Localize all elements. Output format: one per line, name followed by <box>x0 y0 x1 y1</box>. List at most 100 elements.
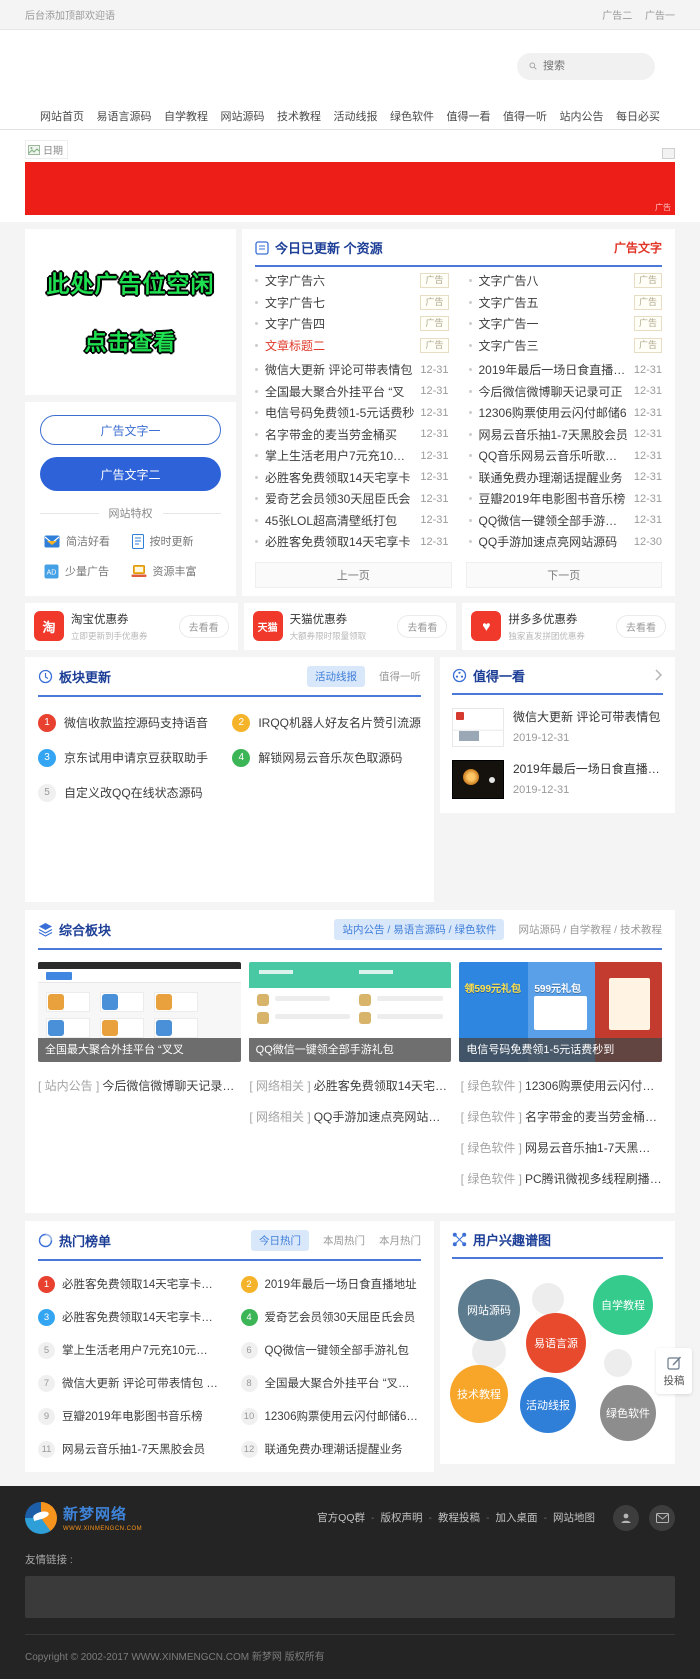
hot-item[interactable]: 11网易云音乐抽1-7天黑胶会员 <box>38 1441 219 1458</box>
footer-link-copyright[interactable]: 版权声明 <box>381 1510 423 1525</box>
topbar-ad-1[interactable]: 广告一 <box>645 11 675 22</box>
article-row[interactable]: 必胜客免费领取14天宅享卡12-31 <box>255 467 449 489</box>
text-ad[interactable]: 文字广告八广告 <box>469 270 663 292</box>
hot-item[interactable]: 6QQ微信一键领全部手游礼包 <box>241 1342 422 1359</box>
search-box[interactable] <box>517 53 655 80</box>
ad-text-link[interactable]: 广告文字 <box>614 239 662 256</box>
nav-item-gonggao[interactable]: 站内公告 <box>560 108 604 124</box>
tagged-link[interactable]: 网络相关必胜客免费领取14天宅享卡会员 <box>249 1077 450 1094</box>
hot-item[interactable]: 7微信大更新 评论可带表情包 各种 <box>38 1375 219 1392</box>
article-row[interactable]: 45张LOL超高清壁纸打包12-31 <box>255 510 449 532</box>
hot-item[interactable]: 1必胜客免费领取14天宅享卡会员 <box>38 1276 219 1293</box>
combo-card-3[interactable]: 领599元礼包599元礼包 电信号码免费领1-5元话费秒到 <box>459 962 662 1062</box>
tab-hot-week[interactable]: 本周热门 <box>323 1233 365 1248</box>
board-item[interactable]: 2IRQQ机器人好友名片赞引流源 <box>232 714 421 732</box>
nav-item-yuanma[interactable]: 网站源码 <box>221 108 265 124</box>
nav-item-huodong[interactable]: 活动线报 <box>334 108 378 124</box>
contact-user-button[interactable] <box>613 1505 639 1531</box>
go-see-button[interactable]: 去看看 <box>397 615 447 638</box>
ad-text-button-1[interactable]: 广告文字一 <box>40 415 221 445</box>
article-row[interactable]: 豆瓣2019年电影图书音乐榜12-31 <box>469 488 663 510</box>
tagged-link[interactable]: 站内公告今后微信微博聊天记录可正式 <box>38 1077 239 1094</box>
article-row[interactable]: 掌上生活老用户7元充10元话12-31 <box>255 445 449 467</box>
tagged-link[interactable]: 绿色软件名字带金的麦当劳金桶买1送 <box>461 1108 662 1125</box>
text-ad[interactable]: 文字广告五广告 <box>469 292 663 314</box>
article-row[interactable]: 2019年最后一场日食直播地址12-31 <box>469 359 663 381</box>
ad-banner[interactable]: 广告 <box>25 162 675 215</box>
board-item[interactable]: 3京东试用申请京豆获取助手 <box>38 749 208 767</box>
search-input[interactable] <box>543 60 643 72</box>
bubble-lvse-ruanjian[interactable]: 绿色软件 <box>600 1385 656 1441</box>
nav-item-yikan[interactable]: 值得一看 <box>447 108 491 124</box>
text-ad[interactable]: 文字广告一广告 <box>469 313 663 335</box>
taobao-coupon-card[interactable]: 淘 淘宝优惠券立即更新到手优惠券 去看看 <box>25 603 238 650</box>
combo-card-1[interactable]: 全国最大聚合外挂平台 “叉叉 <box>38 962 241 1062</box>
ad-text-button-2[interactable]: 广告文字二 <box>40 457 221 491</box>
hot-item[interactable]: 8全国最大聚合外挂平台 “叉叉助手 <box>241 1375 422 1392</box>
board-item[interactable]: 1微信收款监控源码支持语音 <box>38 714 208 732</box>
text-ad[interactable]: 文字广告七广告 <box>255 292 449 314</box>
article-row[interactable]: 电信号码免费领1-5元话费秒12-31 <box>255 402 449 424</box>
empty-ad-slot[interactable]: 此处广告位空闲 点击查看 <box>25 229 236 395</box>
bubble-yiyuyan[interactable]: 易语言源 <box>526 1313 586 1373</box>
bubble-wangzhan-yuanma[interactable]: 网站源码 <box>458 1279 520 1341</box>
topbar-ad-2[interactable]: 广告二 <box>602 11 632 22</box>
article-row[interactable]: QQ手游加速点亮网站源码12-30 <box>469 531 663 553</box>
article-row[interactable]: 今后微信微博聊天记录可正12-31 <box>469 381 663 403</box>
bubble-zixue-jiaocheng[interactable]: 自学教程 <box>593 1275 653 1335</box>
nav-item-lvse[interactable]: 绿色软件 <box>390 108 434 124</box>
tagged-link[interactable]: 绿色软件12306购票使用云闪付邮储60-30 <box>461 1077 662 1094</box>
nav-item-home[interactable]: 网站首页 <box>40 108 84 124</box>
nav-item-yiting[interactable]: 值得一听 <box>503 108 547 124</box>
hot-item[interactable]: 1012306购票使用云闪付邮储60-30 <box>241 1408 422 1425</box>
footer-link-desktop[interactable]: 加入桌面 <box>496 1510 538 1525</box>
article-row[interactable]: 全国最大聚合外挂平台 “叉12-31 <box>255 381 449 403</box>
tab-huodong-xianbao[interactable]: 活动线报 <box>307 666 365 687</box>
tagged-link[interactable]: 绿色软件PC腾讯微视多线程刷播放量源码 <box>461 1170 662 1187</box>
go-see-button[interactable]: 去看看 <box>616 615 666 638</box>
submit-post-button[interactable]: 投稿 <box>656 1348 692 1394</box>
article-row[interactable]: 12306购票使用云闪付邮储612-31 <box>469 402 663 424</box>
hot-item[interactable]: 12联通免费办理潮话提醒业务 <box>241 1441 422 1458</box>
hot-item[interactable]: 3必胜客免费领取14天宅享卡会员 <box>38 1309 219 1326</box>
hot-item[interactable]: 22019年最后一场日食直播地址 <box>241 1276 422 1293</box>
hot-item[interactable]: 4爱奇艺会员领30天屈臣氏会员 <box>241 1309 422 1326</box>
worth-item[interactable]: 2019年最后一场日食直播地址 2019-12-31 <box>452 760 663 799</box>
footer-link-qq[interactable]: 官方QQ群 <box>317 1510 365 1525</box>
nav-item-yuyan[interactable]: 易语言源码 <box>97 108 152 124</box>
nav-item-bimai[interactable]: 每日必买 <box>616 108 660 124</box>
bubble-huodong-xianbao[interactable]: 活动线报 <box>520 1377 576 1433</box>
article-row[interactable]: 微信大更新 评论可带表情包12-31 <box>255 359 449 381</box>
text-ad[interactable]: 文字广告六广告 <box>255 270 449 292</box>
article-row[interactable]: QQ微信一键领全部手游礼包12-31 <box>469 510 663 532</box>
pinduoduo-coupon-card[interactable]: ♥ 拼多多优惠券独家直发拼团优惠券 去看看 <box>462 603 675 650</box>
nav-item-zixue[interactable]: 自学教程 <box>164 108 208 124</box>
hot-item[interactable]: 9豆瓣2019年电影图书音乐榜 <box>38 1408 219 1425</box>
tab-zhide-yiting[interactable]: 值得一听 <box>379 669 421 684</box>
worth-item[interactable]: 微信大更新 评论可带表情包 2019-12-31 <box>452 708 663 747</box>
tab-hot-month[interactable]: 本月热门 <box>379 1233 421 1248</box>
nav-item-jishu[interactable]: 技术教程 <box>277 108 321 124</box>
footer-link-submit[interactable]: 教程投稿 <box>438 1510 480 1525</box>
board-item[interactable]: 5自定义改QQ在线状态源码 <box>38 784 208 802</box>
tmall-coupon-card[interactable]: 天猫 天猫优惠券大额券限时限量领取 去看看 <box>244 603 457 650</box>
contact-mail-button[interactable] <box>649 1505 675 1531</box>
footer-logo[interactable]: 新梦网络 WWW.XINMENGCN.COM <box>25 1502 142 1534</box>
footer-link-sitemap[interactable]: 网站地图 <box>553 1510 595 1525</box>
next-page-button[interactable]: 下一页 <box>466 562 663 588</box>
article-row[interactable]: 必胜客免费领取14天宅享卡12-31 <box>255 531 449 553</box>
article-row[interactable]: 网易云音乐抽1-7天黑胶会员12-31 <box>469 424 663 446</box>
article-row[interactable]: QQ音乐网易云音乐听歌回忆12-31 <box>469 445 663 467</box>
tab-hot-today[interactable]: 今日热门 <box>251 1230 309 1251</box>
article-row[interactable]: 联通免费办理潮话提醒业务12-31 <box>469 467 663 489</box>
friend-links-box[interactable] <box>25 1576 675 1618</box>
prev-page-button[interactable]: 上一页 <box>255 562 452 588</box>
chevron-right-icon[interactable] <box>654 669 663 681</box>
combo-card-2[interactable]: QQ微信一键领全部手游礼包 <box>249 962 452 1062</box>
hot-item[interactable]: 5掌上生活老用户7元充10元话费 <box>38 1342 219 1359</box>
tab-combo-group2[interactable]: 网站源码 / 自学教程 / 技术教程 <box>518 922 662 937</box>
tab-combo-group1[interactable]: 站内公告 / 易语言源码 / 绿色软件 <box>334 919 504 940</box>
article-row[interactable]: 名字带金的麦当劳金桶买12-31 <box>255 424 449 446</box>
tagged-link[interactable]: 网络相关QQ手游加速点亮网站源码 <box>249 1108 450 1125</box>
text-ad[interactable]: 文字广告四广告 <box>255 313 449 335</box>
